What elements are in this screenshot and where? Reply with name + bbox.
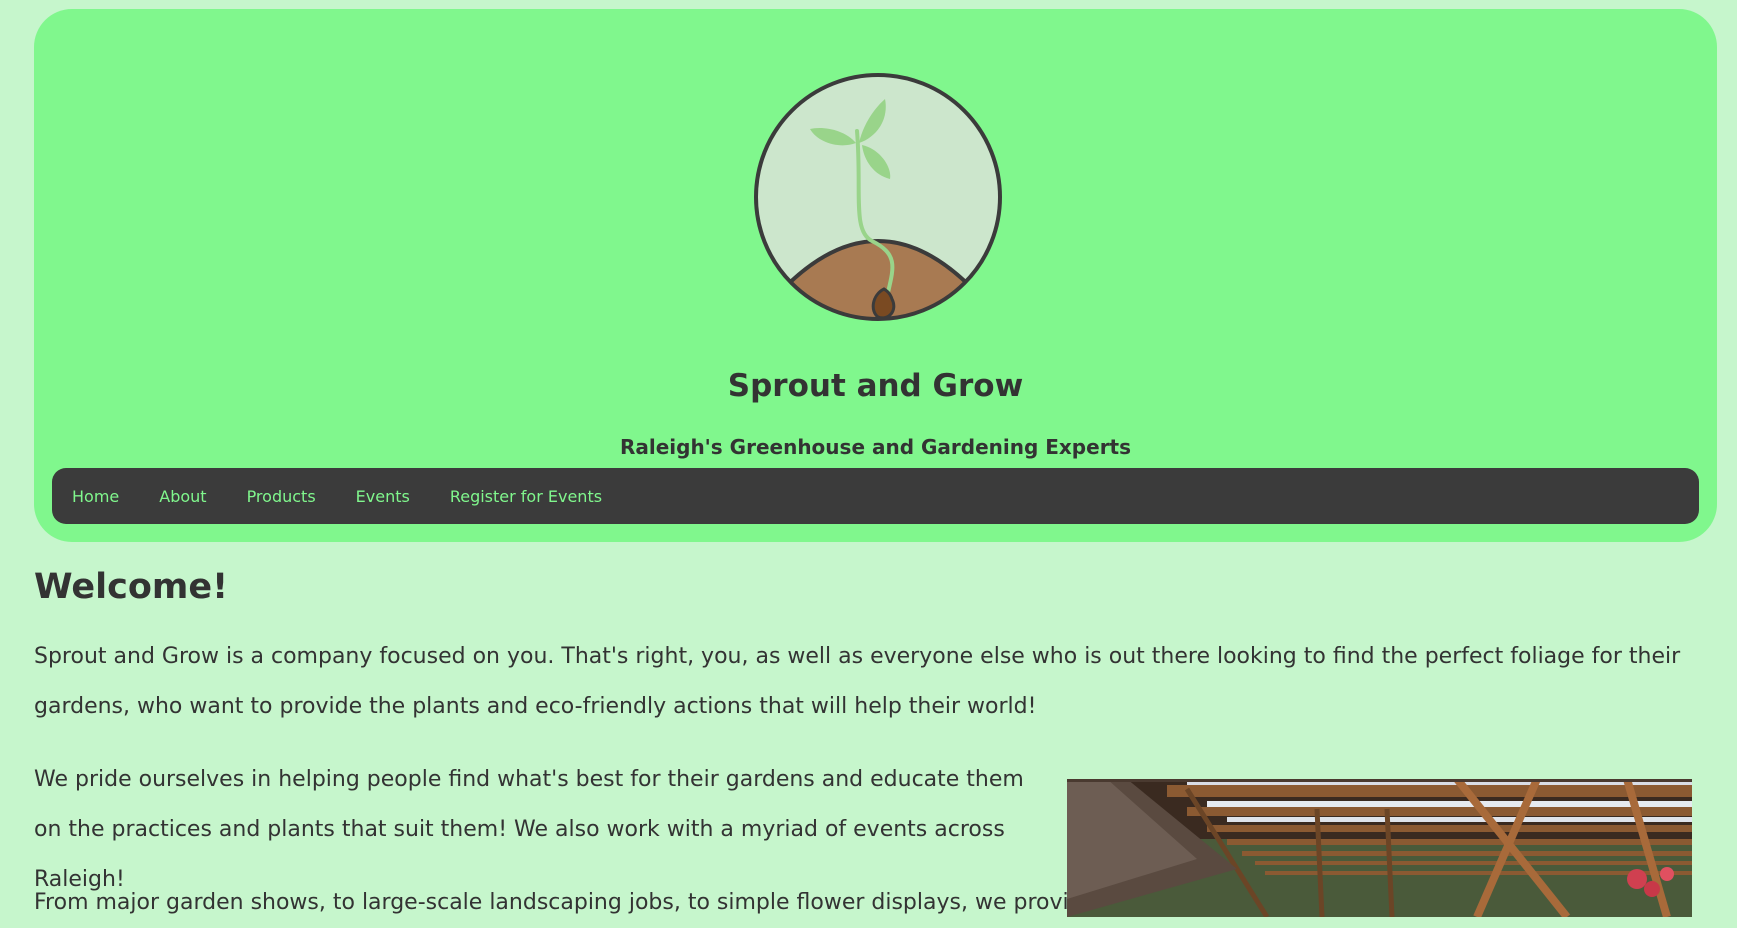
greenhouse-pergola-image (1067, 779, 1692, 917)
site-title: Sprout and Grow (727, 368, 1024, 404)
nav-register-events[interactable]: Register for Events (450, 487, 602, 506)
site-header: Sprout and Grow Raleigh's Greenhouse and… (34, 9, 1717, 542)
sprout-logo-icon (754, 73, 1002, 321)
nav-products[interactable]: Products (247, 487, 316, 506)
intro-paragraph: Sprout and Grow is a company focused on … (34, 644, 1681, 719)
nav-events[interactable]: Events (356, 487, 410, 506)
main-nav: Home About Products Events Register for … (52, 468, 1699, 524)
site-tagline: Raleigh's Greenhouse and Gardening Exper… (619, 435, 1132, 459)
page-heading: Welcome! (34, 567, 229, 607)
nav-about[interactable]: About (159, 487, 206, 506)
events-paragraph: From major garden shows, to large-scale … (34, 890, 1097, 915)
nav-home[interactable]: Home (72, 487, 119, 506)
